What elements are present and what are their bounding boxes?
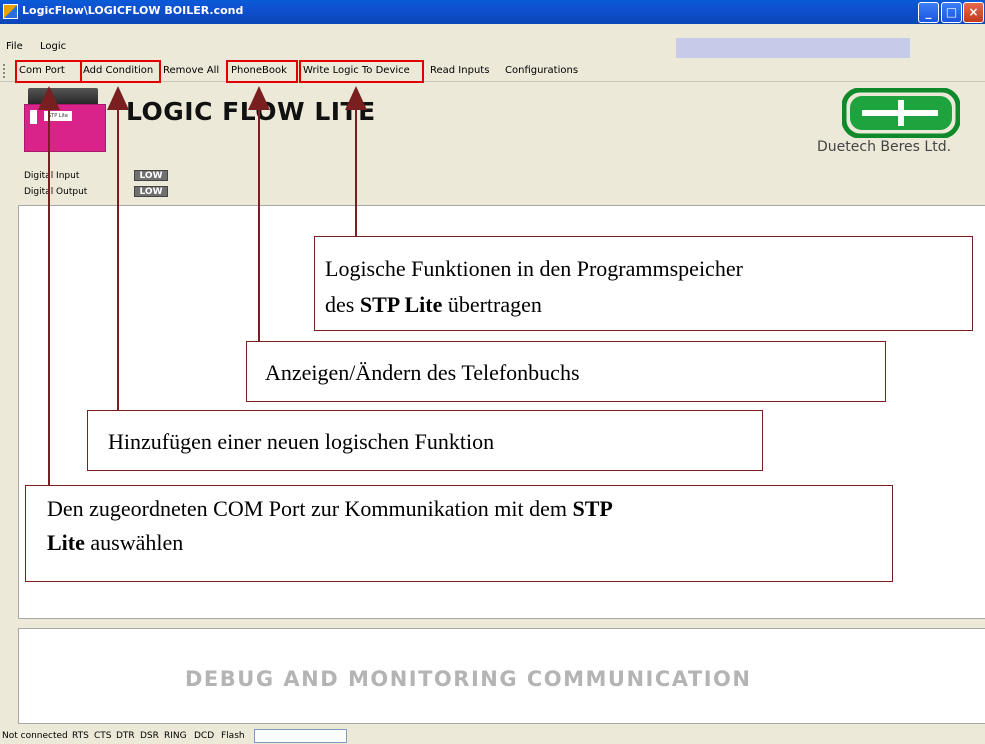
add-condition-callout: Hinzufügen einer neuen logischen Funktio… — [87, 410, 763, 471]
cts-indicator: CTS — [94, 731, 112, 741]
flash-label: Flash — [221, 731, 245, 741]
flash-progress — [254, 729, 347, 743]
dtr-indicator: DTR — [116, 731, 135, 741]
phonebook-callout: Anzeigen/Ändern des Telefonbuchs — [246, 341, 886, 402]
com-port-callout: Den zugeordneten COM Port zur Kommunikat… — [25, 485, 893, 582]
status-bar: Not connected RTS CTS DTR DSR RING DCD F… — [0, 729, 985, 744]
dcd-indicator: DCD — [194, 731, 215, 741]
dsr-indicator: DSR — [140, 731, 159, 741]
ring-indicator: RING — [164, 731, 187, 741]
write-logic-callout: Logische Funktionen in den Programmspeic… — [314, 236, 973, 331]
connection-status: Not connected — [2, 731, 68, 741]
rts-indicator: RTS — [72, 731, 89, 741]
